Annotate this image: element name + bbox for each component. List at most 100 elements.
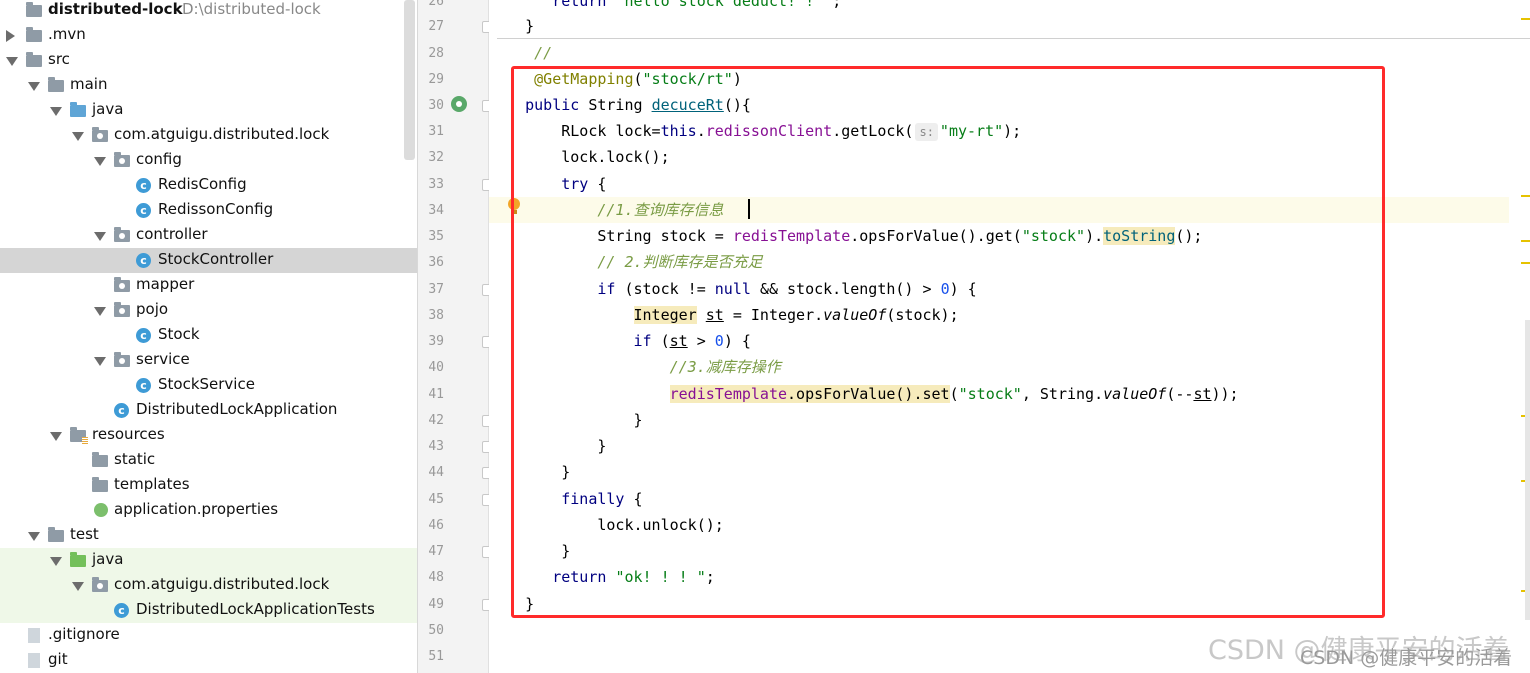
warning-marker[interactable] [1521,18,1530,20]
tree-item-label: git [48,650,68,668]
tree-item-label: .gitignore [48,625,120,643]
tree-item[interactable]: c Stock [0,323,417,348]
line-number: 45 [428,492,444,507]
tree-item-label: service [136,350,190,368]
tree-item[interactable]: com.atguigu.distributed.lock [0,123,417,148]
tree-item[interactable]: java [0,98,417,123]
project-tree[interactable]: distributed-lock D:\distributed-lock .mvn s… [0,0,418,673]
chevron-down-icon[interactable] [50,557,62,566]
line-number: 32 [428,150,444,165]
tree-item[interactable]: c DistributedLockApplicationTests [0,598,417,623]
tree-item-label: src [48,50,70,68]
tree-item[interactable]: mapper [0,273,417,298]
tree-item[interactable]: static [0,448,417,473]
chevron-down-icon[interactable] [94,232,106,241]
tree-item-label: DistributedLockApplication [136,400,338,418]
tree-item[interactable]: src [0,48,417,73]
package-icon [114,152,130,168]
project-folder-icon [26,2,42,18]
warning-marker[interactable] [1521,195,1530,197]
chevron-down-icon[interactable] [94,357,106,366]
tree-scrollbar[interactable] [404,0,415,160]
line-number: 50 [428,623,444,638]
warning-marker[interactable] [1521,240,1530,242]
file-icon [26,653,42,668]
line-number: 46 [428,518,444,533]
package-icon [92,127,108,143]
package-icon [114,302,130,318]
class-icon: c [136,328,152,343]
tree-item[interactable]: c RedissonConfig [0,198,417,223]
package-icon [114,277,130,293]
chevron-down-icon[interactable] [6,57,18,66]
tree-item-label: DistributedLockApplicationTests [136,600,375,618]
source-folder-icon [70,102,86,118]
chevron-down-icon[interactable] [94,307,106,316]
line-number: 27 [428,19,444,34]
tree-item[interactable]: c DistributedLockApplication [0,398,417,423]
line-number: 28 [428,46,444,61]
tree-item-label: pojo [136,300,169,318]
test-folder-icon [70,552,86,568]
highlight-annotation-box [511,66,1385,618]
tree-item[interactable]: application.properties [0,498,417,523]
tree-item-label: mapper [136,275,195,293]
package-icon [114,227,130,243]
chevron-down-icon[interactable] [72,132,84,141]
tree-item[interactable]: service [0,348,417,373]
tree-item[interactable]: com.atguigu.distributed.lock [0,573,417,598]
chevron-down-icon[interactable] [28,532,40,541]
code-line-28: // [534,44,553,62]
package-icon [92,577,108,593]
tree-item-label: StockService [158,375,255,393]
tree-item-label: templates [114,475,190,493]
tree-item[interactable]: .gitignore [0,623,417,648]
tree-item[interactable]: git [0,648,417,673]
chevron-down-icon[interactable] [94,157,106,166]
tree-item[interactable]: distributed-lock D:\distributed-lock [0,0,417,23]
tree-item[interactable]: c StockController [0,248,417,273]
code-line-27: } [525,17,535,35]
chevron-down-icon[interactable] [28,82,40,91]
tree-item-label: config [136,150,182,168]
tree-item[interactable]: pojo [0,298,417,323]
tree-item[interactable]: main [0,73,417,98]
tree-item-label: StockController [158,250,274,268]
csdn-watermark-secondary: CSDN @健康平安的活着 [1300,647,1513,669]
folder-icon [26,27,42,43]
chevron-down-icon[interactable] [50,107,62,116]
tree-item[interactable]: test [0,523,417,548]
spring-class-icon: c [114,603,130,618]
chevron-down-icon[interactable] [72,582,84,591]
line-number: 37 [428,282,444,297]
chevron-right-icon[interactable] [6,30,15,42]
tree-item[interactable]: resources [0,423,417,448]
chevron-down-icon[interactable] [50,432,62,441]
tree-item[interactable]: java [0,548,417,573]
spring-mapping-icon[interactable] [451,96,467,112]
folder-icon [26,52,42,68]
tree-item-label: java [92,100,124,118]
line-number: 33 [428,177,444,192]
tree-item-label: controller [136,225,208,243]
tree-item[interactable]: .mvn [0,23,417,48]
line-number: 44 [428,465,444,480]
tree-item-label: com.atguigu.distributed.lock [114,575,330,593]
line-number: 48 [428,570,444,585]
package-icon [114,352,130,368]
tree-item-label: .mvn [48,25,86,43]
tree-item[interactable]: c RedisConfig [0,173,417,198]
editor-scrollbar[interactable] [1525,320,1530,620]
warning-marker[interactable] [1521,262,1530,264]
tree-item[interactable]: templates [0,473,417,498]
tree-item[interactable]: controller [0,223,417,248]
tree-item[interactable]: config [0,148,417,173]
line-number: 30 [428,98,444,113]
folder-icon [92,452,108,468]
tree-item[interactable]: c StockService [0,373,417,398]
line-number: 40 [428,360,444,375]
code-line-26: return "hello stock deduct! ! "; [552,0,842,10]
line-number: 39 [428,334,444,349]
folder-icon [92,477,108,493]
line-number: 35 [428,229,444,244]
